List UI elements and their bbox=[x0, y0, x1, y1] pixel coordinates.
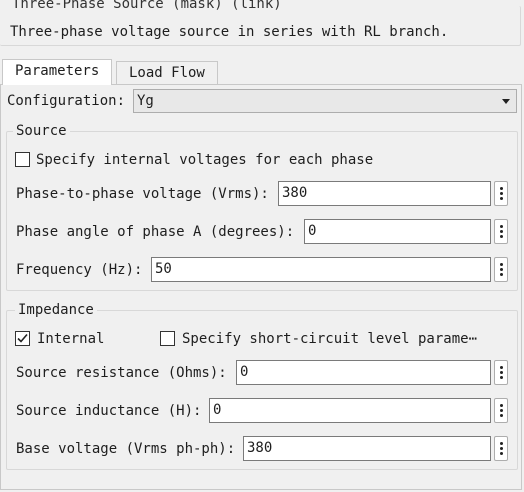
base-voltage-menu-button[interactable] bbox=[494, 436, 508, 461]
phase-angle-input[interactable]: 0 bbox=[304, 219, 491, 244]
source-inductance-label: Source inductance (H): bbox=[16, 403, 202, 419]
mask-description: Three-phase voltage source in series wit… bbox=[10, 24, 449, 40]
frequency-menu-button[interactable] bbox=[494, 257, 508, 282]
phase-voltage-label: Phase-to-phase voltage (Vrms): bbox=[16, 186, 269, 202]
tab-parameters[interactable]: Parameters bbox=[2, 59, 113, 85]
source-group-title: Source bbox=[13, 123, 70, 139]
internal-label: Internal bbox=[37, 331, 105, 347]
mask-title: Three-Phase Source (mask) (link) bbox=[9, 0, 285, 12]
source-resistance-label: Source resistance (Ohms): bbox=[16, 365, 227, 381]
internal-checkbox[interactable] bbox=[15, 331, 30, 346]
specify-internal-voltages-checkbox[interactable] bbox=[15, 152, 30, 167]
phase-voltage-menu-button[interactable] bbox=[494, 181, 508, 206]
source-resistance-input[interactable]: 0 bbox=[236, 360, 491, 385]
source-resistance-menu-button[interactable] bbox=[494, 360, 508, 385]
checkmark-icon bbox=[17, 333, 28, 343]
source-inductance-menu-button[interactable] bbox=[494, 398, 508, 423]
frequency-label: Frequency (Hz): bbox=[16, 262, 143, 278]
phase-angle-menu-button[interactable] bbox=[494, 219, 508, 244]
phase-angle-label: Phase angle of phase A (degrees): bbox=[16, 224, 295, 240]
frequency-input[interactable]: 50 bbox=[151, 257, 491, 282]
base-voltage-label: Base voltage (Vrms ph-ph): bbox=[16, 441, 236, 457]
short-circuit-level-label: Specify short-circuit level parame⋯ bbox=[182, 331, 478, 347]
phase-voltage-input[interactable]: 380 bbox=[278, 181, 491, 206]
configuration-label: Configuration: bbox=[7, 93, 126, 109]
tab-load-flow[interactable]: Load Flow bbox=[116, 61, 218, 86]
configuration-select-value: Yg bbox=[137, 93, 154, 109]
impedance-group-title: Impedance bbox=[15, 302, 97, 318]
source-inductance-input[interactable]: 0 bbox=[209, 398, 491, 423]
chevron-down-icon bbox=[502, 99, 510, 104]
base-voltage-input[interactable]: 380 bbox=[243, 436, 491, 461]
short-circuit-level-checkbox[interactable] bbox=[160, 331, 175, 346]
configuration-select[interactable]: Yg bbox=[133, 89, 517, 113]
specify-internal-voltages-label: Specify internal voltages for each phase bbox=[36, 152, 374, 168]
